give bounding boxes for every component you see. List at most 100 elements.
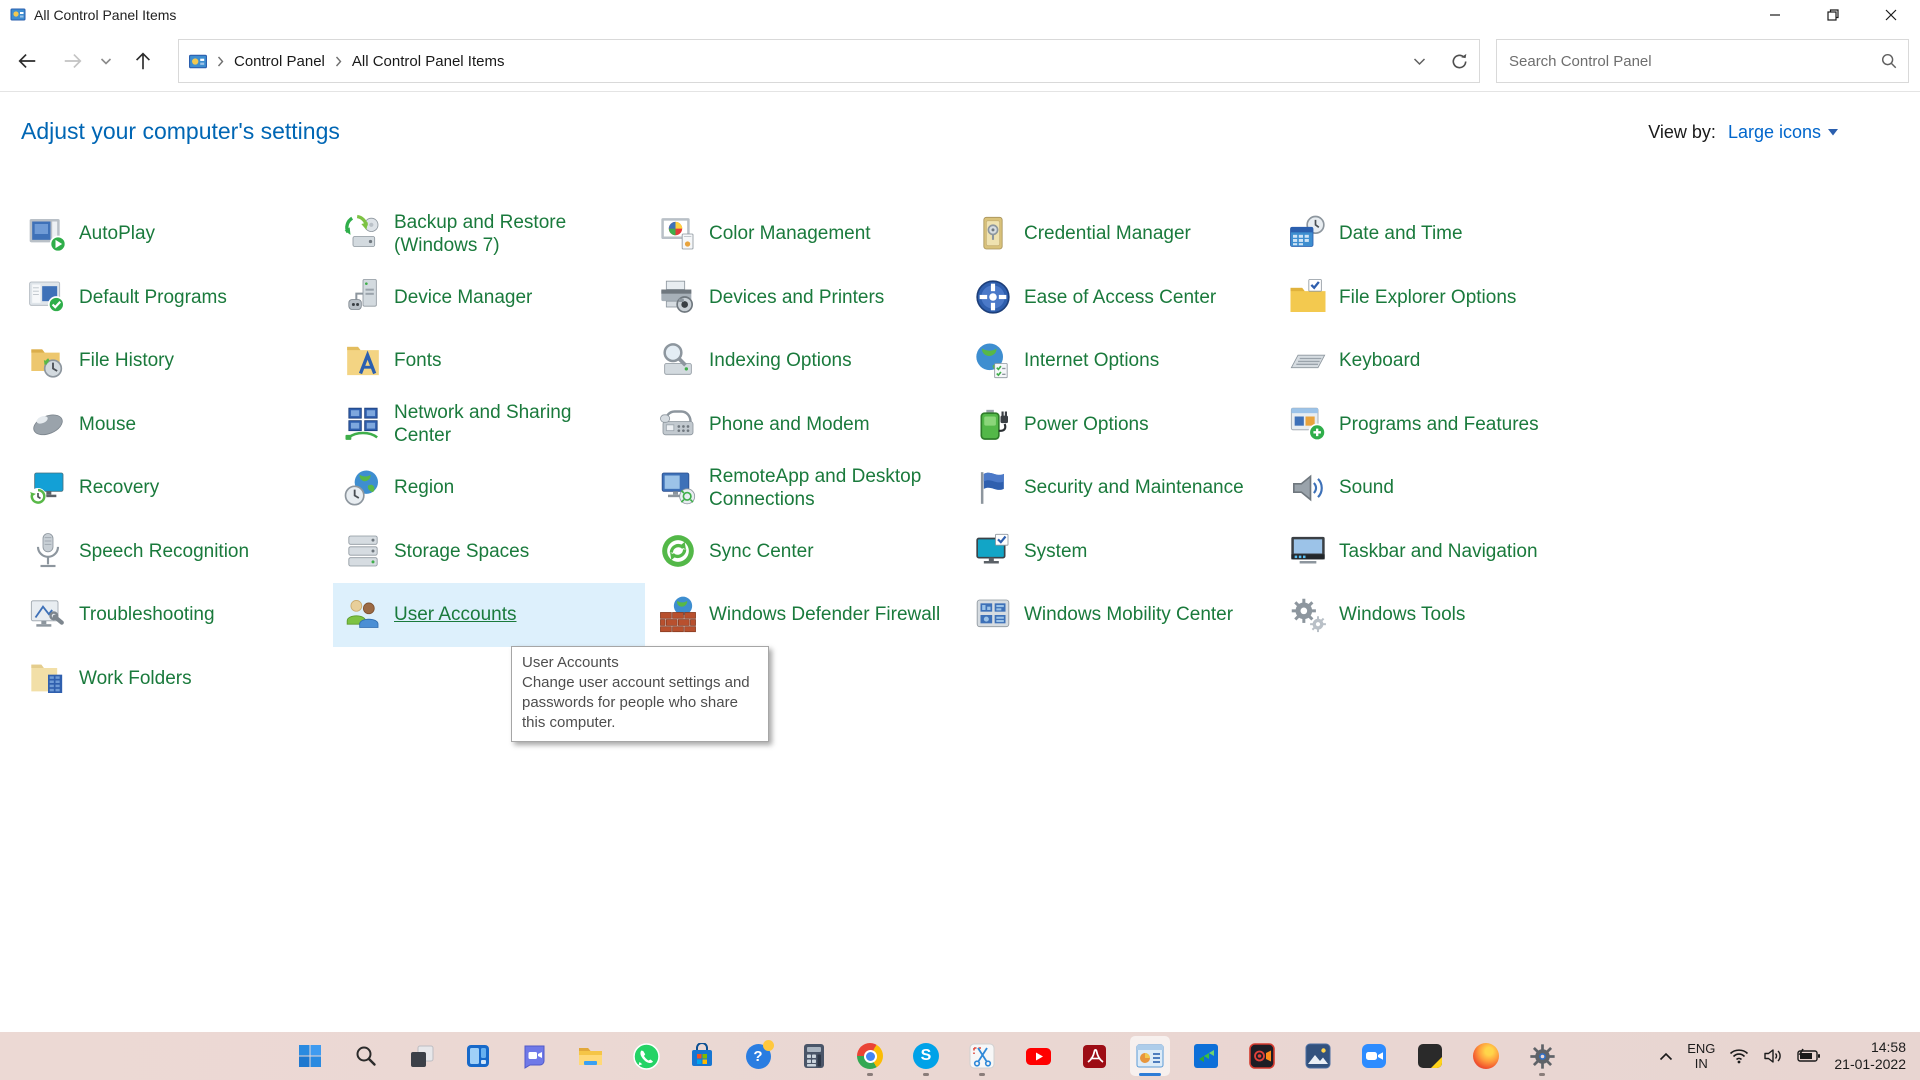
- get-help-button[interactable]: ?: [738, 1036, 778, 1076]
- windows-tools-icon: [1288, 595, 1328, 635]
- control-panel-item-windows-tools[interactable]: Windows Tools: [1288, 583, 1593, 647]
- close-button[interactable]: [1862, 0, 1920, 30]
- chrome-button[interactable]: [850, 1036, 890, 1076]
- control-panel-item-taskbar-navigation[interactable]: Taskbar and Navigation: [1288, 520, 1593, 584]
- autoplay-icon: [28, 214, 68, 254]
- search-box[interactable]: [1496, 39, 1909, 83]
- file-explorer-button[interactable]: [570, 1036, 610, 1076]
- task-view-button[interactable]: [402, 1036, 442, 1076]
- back-icon[interactable]: [12, 46, 42, 76]
- keyboard-icon: [1288, 341, 1328, 381]
- breadcrumb-control-panel[interactable]: Control Panel: [234, 53, 325, 70]
- control-panel-taskbar-button[interactable]: [1130, 1036, 1170, 1076]
- control-panel-item-backup-restore[interactable]: Backup and Restore (Windows 7): [343, 202, 648, 266]
- screen-recorder-button[interactable]: [1242, 1036, 1282, 1076]
- control-panel-item-ease-of-access[interactable]: Ease of Access Center: [973, 266, 1278, 330]
- system-tray: ENG IN 14:58 21-01-2022: [1652, 1032, 1914, 1080]
- control-panel-item-internet-options[interactable]: Internet Options: [973, 329, 1278, 393]
- up-icon[interactable]: [128, 46, 158, 76]
- search-input[interactable]: [1509, 52, 1880, 70]
- control-panel-item-sync-center[interactable]: Sync Center: [658, 520, 963, 584]
- settings-button[interactable]: [1522, 1036, 1562, 1076]
- grid-column-1: AutoPlay Default Programs File History M…: [28, 202, 333, 710]
- get-help-icon: ?: [745, 1039, 774, 1069]
- color-management-icon: [658, 214, 698, 254]
- file-explorer-icon: [578, 1047, 602, 1065]
- address-dropdown-icon[interactable]: [1399, 40, 1439, 82]
- control-panel-item-device-manager[interactable]: Device Manager: [343, 266, 648, 330]
- control-panel-item-network-sharing[interactable]: Network and Sharing Center: [343, 393, 648, 457]
- tray-chevron-up-icon[interactable]: [1652, 1036, 1680, 1076]
- restore-button[interactable]: [1804, 0, 1862, 30]
- control-panel-item-storage-spaces[interactable]: Storage Spaces: [343, 520, 648, 584]
- control-panel-item-sound[interactable]: Sound: [1288, 456, 1593, 520]
- calculator-button[interactable]: [794, 1036, 834, 1076]
- control-panel-item-credential-manager[interactable]: Credential Manager: [973, 202, 1278, 266]
- recent-locations-icon[interactable]: [96, 46, 116, 76]
- control-panel-item-mobility-center[interactable]: Windows Mobility Center: [973, 583, 1278, 647]
- language-indicator[interactable]: ENG IN: [1680, 1036, 1722, 1076]
- control-panel-item-fonts[interactable]: Fonts: [343, 329, 648, 393]
- refresh-icon[interactable]: [1439, 40, 1479, 82]
- security-maintenance-icon: [973, 468, 1013, 508]
- snipping-tool-icon: [969, 1043, 995, 1069]
- control-panel-item-file-explorer-options[interactable]: File Explorer Options: [1288, 266, 1593, 330]
- control-panel-item-devices-printers[interactable]: Devices and Printers: [658, 266, 963, 330]
- control-panel-item-mouse[interactable]: Mouse: [28, 393, 333, 457]
- start-button[interactable]: [290, 1036, 330, 1076]
- firefox-button[interactable]: [1466, 1036, 1506, 1076]
- clock[interactable]: 14:58 21-01-2022: [1834, 1039, 1914, 1073]
- control-panel-item-color-management[interactable]: Color Management: [658, 202, 963, 266]
- control-panel-item-autoplay[interactable]: AutoPlay: [28, 202, 333, 266]
- control-panel-item-recovery[interactable]: Recovery: [28, 456, 333, 520]
- whatsapp-button[interactable]: [626, 1036, 666, 1076]
- youtube-button[interactable]: [1018, 1036, 1058, 1076]
- breadcrumb-all-items[interactable]: All Control Panel Items: [352, 53, 505, 70]
- control-panel-item-remoteapp[interactable]: RemoteApp and Desktop Connections: [658, 456, 963, 520]
- control-panel-item-system[interactable]: System: [973, 520, 1278, 584]
- snipping-tool-button[interactable]: [962, 1036, 1002, 1076]
- sound-icon: [1288, 468, 1328, 508]
- widgets-button[interactable]: [458, 1036, 498, 1076]
- search-button[interactable]: [346, 1036, 386, 1076]
- acrobat-button[interactable]: [1074, 1036, 1114, 1076]
- chat-button[interactable]: [514, 1036, 554, 1076]
- zoom-button[interactable]: [1354, 1036, 1394, 1076]
- forward-icon[interactable]: [58, 46, 88, 76]
- control-panel-item-indexing-options[interactable]: Indexing Options: [658, 329, 963, 393]
- control-panel-item-phone-modem[interactable]: Phone and Modem: [658, 393, 963, 457]
- control-panel-item-troubleshooting[interactable]: Troubleshooting: [28, 583, 333, 647]
- recovery-icon: [28, 468, 68, 508]
- control-panel-item-security-maintenance[interactable]: Security and Maintenance: [973, 456, 1278, 520]
- address-bar[interactable]: Control Panel All Control Panel Items: [178, 39, 1480, 83]
- control-panel-icon: [1136, 1044, 1164, 1068]
- volume-icon[interactable]: [1756, 1036, 1790, 1076]
- microsoft-store-button[interactable]: [682, 1036, 722, 1076]
- video-app-button[interactable]: [1186, 1036, 1226, 1076]
- control-panel-item-keyboard[interactable]: Keyboard: [1288, 329, 1593, 393]
- control-panel-item-user-accounts[interactable]: User Accounts: [333, 583, 645, 647]
- credential-manager-icon: [973, 214, 1013, 254]
- widgets-icon: [467, 1045, 489, 1067]
- notes-app-button[interactable]: [1410, 1036, 1450, 1076]
- control-panel-item-date-time[interactable]: Date and Time: [1288, 202, 1593, 266]
- view-by-dropdown[interactable]: Large icons: [1728, 122, 1838, 143]
- settings-gear-icon: [1529, 1043, 1555, 1069]
- tooltip-body: Change user account settings and passwor…: [522, 674, 750, 731]
- control-panel-item-programs-features[interactable]: Programs and Features: [1288, 393, 1593, 457]
- wifi-icon[interactable]: [1722, 1036, 1756, 1076]
- search-icon[interactable]: [1880, 52, 1898, 70]
- battery-charging-icon[interactable]: [1790, 1036, 1828, 1076]
- control-panel-item-default-programs[interactable]: Default Programs: [28, 266, 333, 330]
- photos-button[interactable]: [1298, 1036, 1338, 1076]
- control-panel-item-power-options[interactable]: Power Options: [973, 393, 1278, 457]
- control-panel-item-file-history[interactable]: File History: [28, 329, 333, 393]
- grid-column-2: Backup and Restore (Windows 7) Device Ma…: [333, 202, 648, 647]
- control-panel-item-speech-recognition[interactable]: Speech Recognition: [28, 520, 333, 584]
- control-panel-item-region[interactable]: Region: [343, 456, 648, 520]
- skype-button[interactable]: S: [906, 1036, 946, 1076]
- device-manager-icon: [343, 277, 383, 317]
- control-panel-item-defender-firewall[interactable]: Windows Defender Firewall: [658, 583, 963, 647]
- minimize-button[interactable]: [1746, 0, 1804, 30]
- control-panel-item-work-folders[interactable]: Work Folders: [28, 647, 333, 711]
